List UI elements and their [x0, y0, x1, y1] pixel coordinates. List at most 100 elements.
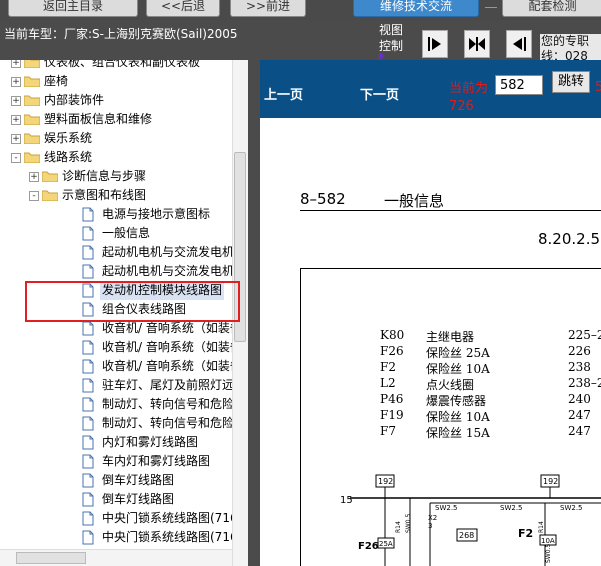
tree-item-label: 收音机/ 音响系统（如装备）: [102, 359, 248, 373]
connector-x2: X2: [428, 514, 437, 522]
expand-icon[interactable]: +: [11, 96, 21, 106]
tree-item[interactable]: 内灯和雾灯线路图: [0, 433, 232, 452]
trailing-red-text: 5: [595, 80, 601, 95]
tree-item-label: 中央门锁系统线路图(71659): [102, 530, 248, 544]
tree-item[interactable]: 倒车灯线路图: [0, 471, 232, 490]
fuse-25a-label: 25A: [379, 540, 393, 548]
jump-button[interactable]: 跳转: [552, 71, 590, 93]
tree-item-label: 收音机/ 音响系统（如装备）: [102, 340, 248, 354]
folder-icon: [24, 60, 40, 68]
tree-item-label: 一般信息: [102, 226, 151, 240]
document-icon: [82, 245, 94, 260]
tree-hscroll-thumb[interactable]: [16, 552, 86, 564]
prev-page-link[interactable]: 上一页: [264, 84, 303, 103]
tree-item[interactable]: - 示意图和布线图: [0, 186, 232, 205]
tree-item[interactable]: 电源与接地示意图标: [0, 205, 232, 224]
tree-item[interactable]: 收音机/ 音响系统（如装备）: [0, 357, 248, 376]
tree-item-label: 示意图和布线图: [62, 188, 147, 202]
tree-item[interactable]: 倒车灯线路图: [0, 490, 232, 509]
ref-box-192-a-label: 192: [378, 477, 393, 486]
folder-icon: [24, 95, 40, 106]
folder-icon: [24, 152, 40, 163]
link-underline: [485, 6, 497, 8]
document-icon: [82, 359, 94, 374]
tree-item-label: 驻车灯、尾灯及前照灯远光/近光: [102, 378, 248, 392]
wire-sw-b: SW2.5: [500, 504, 523, 512]
tree-item[interactable]: 制动灯、转向信号和危险警告: [0, 414, 248, 433]
view-right-button[interactable]: [422, 30, 448, 58]
tree-item-label: 电源与接地示意图标: [102, 207, 211, 221]
tree-item-label: 内部装饰件: [44, 93, 105, 107]
tree-item[interactable]: 车内灯和雾灯线路图: [0, 452, 232, 471]
wire-r14-a: R14: [395, 521, 402, 533]
document-icon: [82, 435, 94, 450]
tech-exchange-button[interactable]: 维修技术交流: [353, 0, 479, 17]
arrow-left-bar-icon: [513, 37, 526, 51]
tree-item-label: 仪表板、组合仪表和副仪表板: [44, 60, 201, 69]
document-icon: [82, 473, 94, 488]
tree-item[interactable]: + 塑料面板信息和维修: [0, 110, 232, 129]
tree-item[interactable]: + 内部装饰件: [0, 91, 232, 110]
tree-item-label: 制动灯、转向信号和危险警告: [102, 397, 248, 411]
expand-icon[interactable]: +: [11, 60, 21, 68]
view-center-button[interactable]: [464, 30, 490, 58]
folder-icon: [24, 114, 40, 125]
wire-sw-c: SW2.5: [560, 504, 583, 512]
document-icon: [82, 264, 94, 279]
wire-sw05-b: SW0.5: [545, 544, 552, 563]
page-number-input[interactable]: [495, 75, 543, 95]
tree-item-label: 起动机电机与交流发电机线路: [102, 264, 248, 278]
next-page-link[interactable]: 下一页: [360, 84, 399, 103]
tree-item[interactable]: + 诊断信息与步骤: [0, 167, 232, 186]
folder-icon: [24, 76, 40, 87]
tree-item-label: 制动灯、转向信号和危险警告: [102, 416, 248, 430]
document-icon: [82, 207, 94, 222]
wire-sw05: SW0.5: [405, 514, 412, 533]
arrow-collapse-icon: [469, 37, 485, 51]
document-page: 8–582 一般信息 8.20.2.5 K80 主继电器 225–2 F26 保险丝 2…: [260, 118, 601, 566]
folder-icon: [42, 190, 58, 201]
document-icon: [82, 397, 94, 412]
tree-item-label: 内灯和雾灯线路图: [102, 435, 199, 449]
tree-item-label: 线路系统: [44, 150, 93, 164]
current-car-model: 当前车型：厂家:S-上海别克赛欧(Sail)2005: [4, 27, 238, 41]
view-control-label: 视图控制: [379, 23, 404, 53]
expand-icon[interactable]: +: [11, 134, 21, 144]
tree-item-label: 娱乐系统: [44, 131, 93, 145]
wire-r14-b: R14: [538, 521, 545, 533]
tree-item[interactable]: + 娱乐系统: [0, 129, 232, 148]
document-icon: [82, 511, 94, 526]
forward-button[interactable]: >>前进: [230, 0, 306, 17]
tree-item[interactable]: + 仪表板、组合仪表和副仪表板: [0, 60, 232, 72]
document-icon: [82, 416, 94, 431]
document-icon: [82, 492, 94, 507]
highlight-annotation-box: [25, 281, 240, 322]
diagnostic-button[interactable]: 配套检测: [502, 0, 601, 17]
tree-item[interactable]: 起动机电机与交流发电机线路: [0, 243, 248, 262]
tree-item-label: 诊断信息与步骤: [62, 169, 147, 183]
arrow-right-bar-icon: [428, 37, 441, 51]
tree-item[interactable]: 收音机/ 音响系统（如装备）: [0, 338, 248, 357]
collapse-icon[interactable]: -: [11, 153, 21, 163]
tree-item-label: 车内灯和雾灯线路图: [102, 454, 211, 468]
expand-icon[interactable]: +: [11, 115, 21, 125]
expand-icon[interactable]: +: [11, 77, 21, 87]
document-icon: [82, 321, 94, 336]
tree-item[interactable]: 中央门锁系统线路图(71659): [0, 528, 248, 547]
tree-item[interactable]: + 座椅: [0, 72, 232, 91]
collapse-icon[interactable]: -: [29, 191, 39, 201]
tree-item[interactable]: 制动灯、转向信号和危险警告: [0, 395, 248, 414]
tree-item[interactable]: 起动机电机与交流发电机线路: [0, 262, 248, 281]
tree-item[interactable]: 中央门锁系统线路图(71659): [0, 509, 248, 528]
tree-item[interactable]: - 线路系统: [0, 148, 232, 167]
back-to-home-button[interactable]: 返回主目录: [8, 0, 138, 17]
tree-item[interactable]: 一般信息: [0, 224, 232, 243]
tree-item-label: 倒车灯线路图: [102, 492, 175, 506]
view-left-button[interactable]: [506, 30, 532, 58]
panel-divider[interactable]: [248, 60, 260, 566]
document-icon: [82, 530, 94, 545]
back-button[interactable]: <<后退: [146, 0, 220, 17]
expand-icon[interactable]: +: [29, 172, 39, 182]
folder-icon: [42, 171, 58, 182]
tree-item[interactable]: 驻车灯、尾灯及前照灯远光/近光: [0, 376, 248, 395]
